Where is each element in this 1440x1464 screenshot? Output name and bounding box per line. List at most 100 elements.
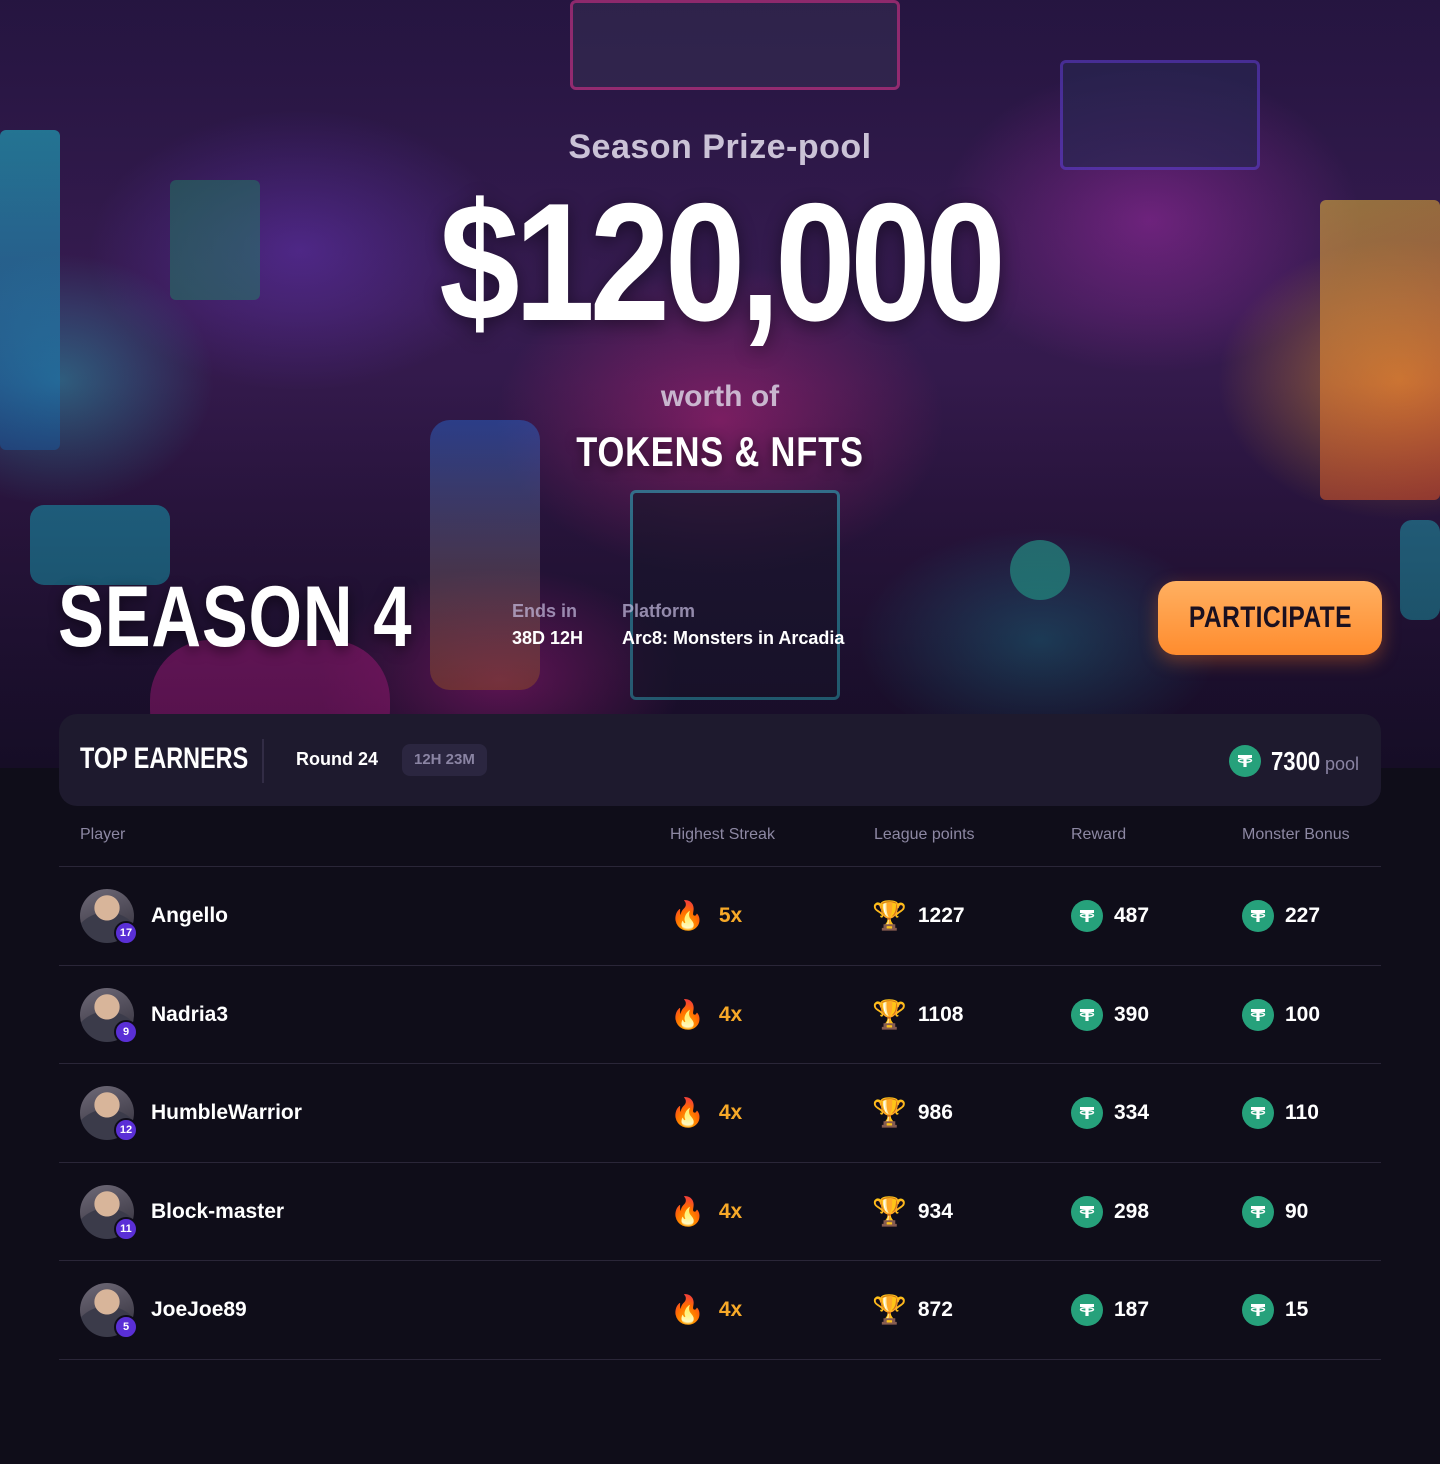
level-badge: 5	[114, 1315, 138, 1339]
level-badge: 12	[114, 1118, 138, 1142]
table-row[interactable]: 17 Angello 🔥 5x 🏆 1227 487 227	[59, 867, 1381, 966]
reward-value: 487	[1114, 904, 1150, 927]
reward-value: 298	[1114, 1199, 1150, 1223]
platform-block: Platform Arc8: Monsters in Arcadia	[622, 601, 844, 649]
league-cell: 🏆 986	[872, 1064, 953, 1162]
tether-icon	[1071, 900, 1103, 932]
fire-icon: 🔥	[670, 997, 705, 1031]
streak-value: 4x	[718, 1002, 743, 1026]
bonus-cell: 227	[1242, 867, 1320, 965]
pool-amount: 7300	[1271, 745, 1321, 776]
table-row[interactable]: 5 JoeJoe89 🔥 4x 🏆 872 187 15	[59, 1261, 1381, 1360]
monster-bonus-value: 100	[1285, 1002, 1321, 1026]
season-title: SEASON 4	[58, 569, 413, 665]
bonus-cell: 15	[1242, 1261, 1308, 1359]
reward-cell: 487	[1071, 867, 1149, 965]
player-cell: 12 HumbleWarrior	[80, 1064, 302, 1162]
ends-in-value: 38D 12H	[512, 628, 584, 648]
ends-in-label: Ends in	[512, 601, 578, 621]
monster-bonus-value: 90	[1285, 1199, 1309, 1223]
table-body: 17 Angello 🔥 5x 🏆 1227 487 227 9 Nadria3…	[59, 867, 1381, 1360]
level-badge: 9	[114, 1019, 138, 1044]
league-cell: 🏆 1227	[872, 867, 965, 965]
league-points-value: 934	[917, 1199, 953, 1223]
player-name[interactable]: HumbleWarrior	[151, 1101, 302, 1125]
streak-cell: 🔥 4x	[670, 1163, 742, 1261]
fire-icon: 🔥	[670, 899, 705, 932]
league-points-value: 872	[917, 1298, 953, 1321]
table-header: Player Highest Streak League points Rewa…	[59, 806, 1381, 867]
table-row[interactable]: 9 Nadria3 🔥 4x 🏆 1108 390 100	[59, 966, 1381, 1064]
avatar[interactable]: 12	[80, 1086, 138, 1142]
hero-banner: Season Prize-pool $120,000 worth of TOKE…	[0, 0, 1440, 768]
league-points-value: 986	[917, 1101, 953, 1124]
participate-button-label: PARTICIPATE	[1188, 601, 1352, 634]
tether-icon	[1229, 745, 1262, 777]
fire-icon: 🔥	[670, 1293, 705, 1326]
header-league: League points	[874, 826, 975, 843]
participate-button[interactable]: PARTICIPATE	[1158, 581, 1382, 655]
avatar[interactable]: 9	[80, 987, 138, 1044]
fire-icon: 🔥	[670, 1096, 705, 1129]
bonus-cell: 110	[1242, 1064, 1319, 1162]
divider	[262, 739, 264, 783]
avatar[interactable]: 5	[80, 1283, 138, 1339]
fire-icon: 🔥	[670, 1194, 705, 1228]
tether-icon	[1242, 998, 1274, 1031]
table-row[interactable]: 12 HumbleWarrior 🔥 4x 🏆 986 334 110	[59, 1064, 1381, 1163]
trophy-icon: 🏆	[872, 1096, 907, 1129]
avatar[interactable]: 11	[80, 1184, 138, 1241]
league-points-value: 1227	[917, 904, 965, 927]
player-name[interactable]: Angello	[151, 904, 228, 928]
league-points-value: 1108	[917, 1002, 964, 1026]
trophy-icon: 🏆	[872, 899, 907, 932]
leaderboard-table: Player Highest Streak League points Rewa…	[59, 806, 1381, 1360]
avatar[interactable]: 17	[80, 889, 138, 945]
player-name[interactable]: Block-master	[151, 1200, 284, 1224]
player-cell: 5 JoeJoe89	[80, 1261, 247, 1359]
table-row[interactable]: 11 Block-master 🔥 4x 🏆 934 298 90	[59, 1163, 1381, 1261]
platform-value: Arc8: Monsters in Arcadia	[622, 628, 845, 648]
bonus-cell: 90	[1242, 1163, 1308, 1261]
player-cell: 11 Block-master	[80, 1163, 284, 1261]
tether-icon	[1242, 900, 1274, 932]
streak-cell: 🔥 4x	[670, 966, 742, 1064]
tokens-nfts-label: TOKENS & NFTS	[576, 428, 864, 475]
header-reward: Reward	[1071, 826, 1127, 843]
streak-cell: 🔥 4x	[670, 1261, 742, 1359]
player-name[interactable]: JoeJoe89	[151, 1298, 247, 1322]
player-cell: 9 Nadria3	[80, 966, 228, 1064]
streak-cell: 🔥 4x	[670, 1064, 742, 1162]
tether-icon	[1071, 1294, 1103, 1326]
streak-cell: 🔥 5x	[670, 867, 742, 965]
round-label: Round 24	[296, 749, 379, 769]
worth-of-label: worth of	[660, 380, 780, 413]
top-earners-title: TOP EARNERS	[80, 742, 249, 775]
streak-value: 4x	[718, 1101, 743, 1124]
level-badge: 17	[114, 921, 138, 945]
monster-bonus-value: 15	[1285, 1298, 1309, 1321]
pool-total: 7300 pool	[1229, 745, 1359, 777]
player-cell: 17 Angello	[80, 867, 228, 965]
trophy-icon: 🏆	[872, 1194, 907, 1228]
tether-icon	[1071, 1195, 1103, 1228]
trophy-icon: 🏆	[872, 997, 907, 1031]
tether-icon	[1242, 1294, 1274, 1326]
prize-pool-label: Season Prize-pool	[568, 128, 872, 166]
tether-icon	[1071, 1097, 1103, 1129]
reward-cell: 390	[1071, 966, 1149, 1064]
bonus-cell: 100	[1242, 966, 1320, 1064]
header-bonus: Monster Bonus	[1242, 826, 1350, 843]
streak-value: 4x	[718, 1199, 743, 1223]
reward-cell: 334	[1071, 1064, 1149, 1162]
header-player: Player	[80, 826, 126, 843]
reward-value: 334	[1114, 1101, 1150, 1124]
reward-value: 390	[1114, 1002, 1150, 1026]
monster-bonus-value: 110	[1285, 1101, 1319, 1124]
tether-icon	[1242, 1195, 1274, 1228]
player-name[interactable]: Nadria3	[151, 1003, 228, 1027]
prize-pool-amount: $120,000	[439, 168, 1005, 356]
league-cell: 🏆 934	[872, 1163, 953, 1261]
ends-in-block: Ends in 38D 12H	[512, 601, 583, 649]
level-badge: 11	[114, 1216, 138, 1241]
